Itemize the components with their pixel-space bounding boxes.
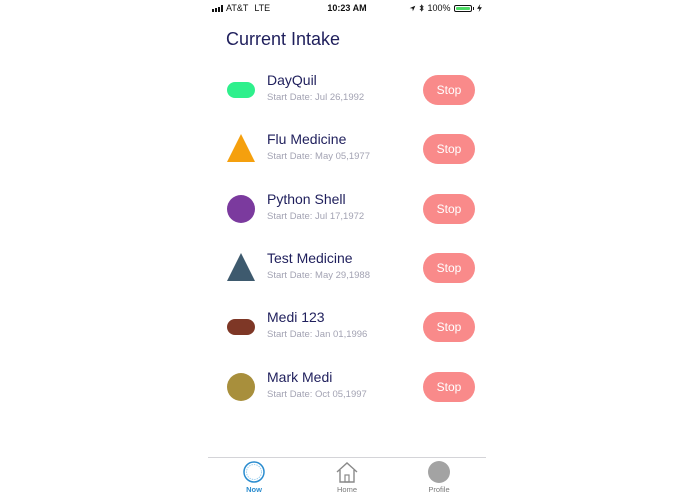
battery-tip bbox=[472, 6, 474, 10]
charging-bolt-icon bbox=[477, 4, 482, 12]
medication-start-date: Start Date: Oct 05,1997 bbox=[267, 388, 367, 400]
home-icon bbox=[336, 462, 358, 483]
medication-start-date: Start Date: May 29,1988 bbox=[267, 269, 370, 281]
battery-icon bbox=[453, 4, 472, 12]
stop-button[interactable]: Stop bbox=[423, 371, 475, 402]
medication-name: Flu Medicine bbox=[267, 131, 347, 148]
status-right: 100% bbox=[409, 3, 482, 13]
stop-button[interactable]: Stop bbox=[423, 252, 475, 283]
bluetooth-icon bbox=[420, 4, 425, 12]
medication-name: Test Medicine bbox=[267, 249, 353, 266]
medication-name: Python Shell bbox=[267, 190, 346, 207]
battery-percent: 100% bbox=[427, 3, 451, 13]
page-title: Current Intake bbox=[226, 29, 341, 49]
medication-name: Medi 123 bbox=[267, 309, 325, 326]
medication-row: Flu Medicine Start Date: May 05,1977 Stop bbox=[208, 125, 486, 175]
medication-row: Medi 123 Start Date: Jan 01,1996 Stop bbox=[208, 303, 486, 353]
medication-row: DayQuil Start Date: Jul 26,1992 Stop bbox=[208, 66, 486, 116]
medication-start-date: Start Date: May 05,1977 bbox=[267, 151, 370, 163]
stop-button[interactable]: Stop bbox=[423, 312, 475, 343]
tab-home[interactable]: Home bbox=[317, 460, 377, 494]
medication-start-date: Start Date: Jan 01,1996 bbox=[267, 329, 368, 341]
tab-home-label: Home bbox=[336, 485, 357, 494]
stop-button[interactable]: Stop bbox=[423, 134, 475, 165]
medication-row: Python Shell Start Date: Jul 17,1972 Stop bbox=[208, 185, 486, 235]
phone-screen: AT&T LTE 10:23 AM 100% Current Intake Da… bbox=[208, 0, 486, 495]
medication-name: Mark Medi bbox=[267, 368, 333, 385]
tab-now[interactable]: Now bbox=[224, 460, 284, 494]
stop-button[interactable]: Stop bbox=[423, 75, 475, 105]
tab-bar: Now Home Profile bbox=[208, 457, 486, 495]
circle-shape-icon bbox=[227, 372, 255, 401]
medication-start-date: Start Date: Jul 17,1972 bbox=[267, 210, 365, 222]
triangle-shape-icon bbox=[227, 252, 255, 281]
tab-now-label: Now bbox=[246, 485, 262, 494]
pill-shape-icon bbox=[227, 319, 255, 336]
medication-name: DayQuil bbox=[267, 72, 317, 88]
status-bar: AT&T LTE 10:23 AM 100% bbox=[208, 0, 486, 16]
medication-row: Mark Medi Start Date: Oct 05,1997 Stop bbox=[208, 363, 486, 413]
profile-icon bbox=[428, 461, 450, 483]
circle-shape-icon bbox=[227, 194, 255, 223]
location-arrow-icon bbox=[410, 5, 416, 11]
triangle-shape-icon bbox=[227, 134, 255, 163]
stop-button[interactable]: Stop bbox=[423, 193, 475, 224]
tab-profile-label: Profile bbox=[428, 485, 450, 494]
now-ring-icon bbox=[243, 461, 265, 483]
medication-row: Test Medicine Start Date: May 29,1988 Stop bbox=[208, 244, 486, 294]
tab-profile[interactable]: Profile bbox=[409, 460, 469, 494]
pill-shape-icon bbox=[227, 82, 255, 98]
medication-start-date: Start Date: Jul 26,1992 bbox=[267, 92, 365, 103]
